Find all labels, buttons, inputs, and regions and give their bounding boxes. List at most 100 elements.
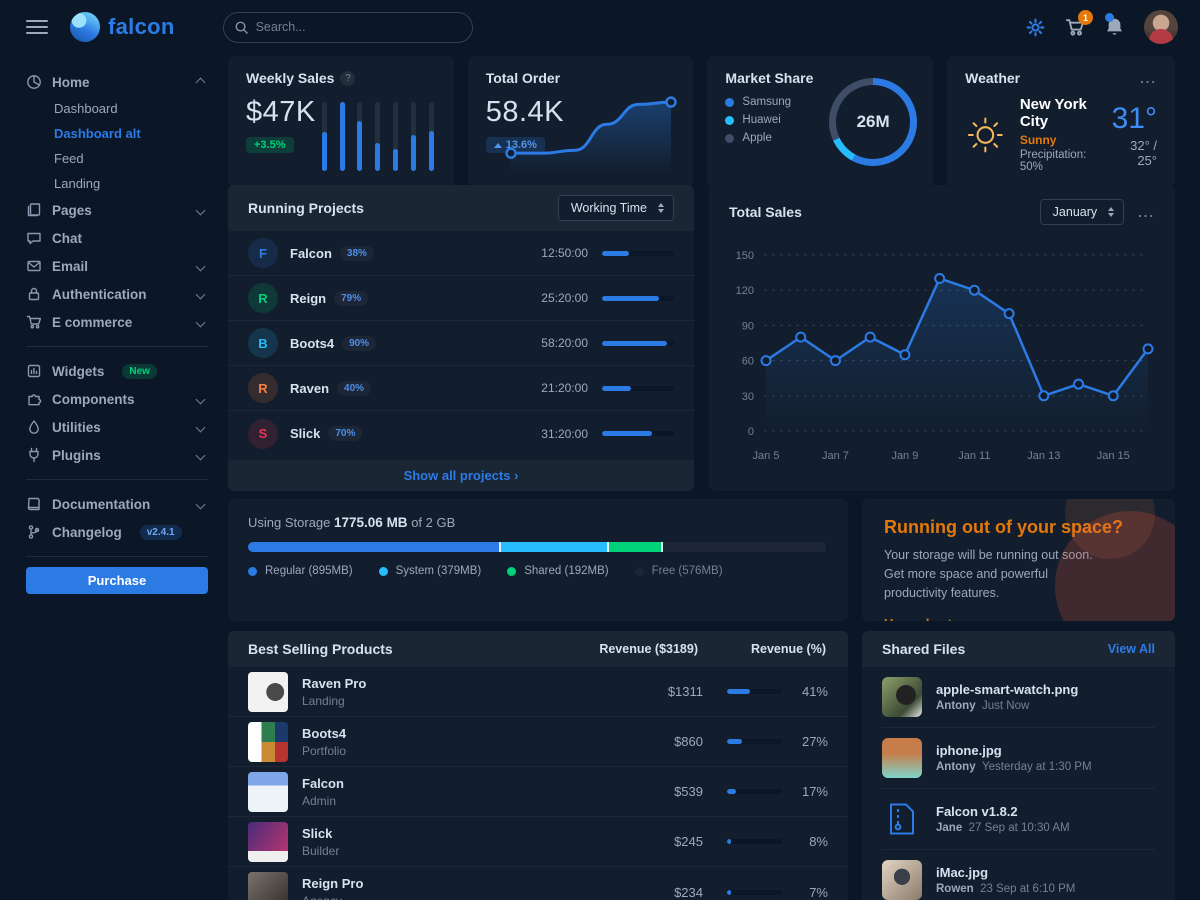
product-name[interactable]: Reign Pro	[302, 876, 363, 891]
product-thumbnail	[248, 822, 288, 862]
search-input[interactable]	[223, 12, 473, 43]
product-name[interactable]: Slick	[302, 826, 339, 841]
sort-arrows-icon	[1108, 207, 1114, 217]
sidebar-item-email[interactable]: Email	[26, 252, 208, 280]
sidebar-divider	[26, 346, 208, 347]
card-title: Market Share	[725, 70, 813, 86]
code-branch-icon	[26, 524, 42, 540]
legend-dot	[725, 134, 734, 143]
sidebar-item-plugins[interactable]: Plugins	[26, 441, 208, 469]
file-name[interactable]: Falcon v1.8.2	[936, 804, 1070, 819]
drop-icon	[26, 419, 42, 435]
product-revenue: $860	[613, 734, 703, 749]
file-thumbnail	[882, 738, 922, 778]
product-category: Admin	[302, 794, 344, 808]
sidebar-item-changelog[interactable]: Changelog v2.4.1	[26, 518, 208, 546]
file-row-imac[interactable]: iMac.jpg Rowen 23 Sep at 6:10 PM	[862, 850, 1175, 900]
legend-dot	[725, 116, 734, 125]
progress-fill	[727, 839, 731, 844]
sidebar-item-chat[interactable]: Chat	[26, 224, 208, 252]
pages-icon	[26, 202, 42, 218]
project-row-boots4[interactable]: B Boots4 90% 58:20:00	[228, 321, 694, 366]
brand-logo[interactable]: falcon	[70, 12, 175, 42]
file-name[interactable]: iMac.jpg	[936, 865, 1075, 880]
product-progress-bar	[727, 789, 782, 794]
envelope-icon	[26, 258, 42, 274]
main-content: Weekly Sales ? $47K +3.5% Total Order 58…	[228, 54, 1175, 900]
working-time-select[interactable]: Working Time	[558, 195, 674, 221]
running-projects-footer: Show all projects ›	[228, 460, 694, 491]
purchase-button[interactable]: Purchase	[26, 567, 208, 594]
product-row-falcon: Falcon Admin $539 17%	[228, 767, 848, 817]
running-projects-card: Running Projects Working Time F Falcon 3…	[228, 185, 694, 491]
total-sales-header: Total Sales January ...	[709, 185, 1175, 235]
settings-button[interactable]	[1026, 18, 1045, 37]
sidebar-item-documentation[interactable]: Documentation	[26, 490, 208, 518]
legend-label: Huawei	[742, 114, 780, 126]
project-avatar: S	[248, 419, 278, 449]
svg-text:Jan 13: Jan 13	[1027, 450, 1060, 462]
sidebar-item-home[interactable]: Home	[26, 68, 208, 96]
help-icon[interactable]: ?	[340, 71, 355, 86]
file-meta: Antony Just Now	[936, 700, 1078, 712]
legend-label: Shared (192MB)	[524, 565, 608, 577]
svg-text:Jan 7: Jan 7	[822, 450, 849, 462]
product-revenue-pct: 8%	[782, 834, 828, 849]
sidebar-item-components[interactable]: Components	[26, 385, 208, 413]
upgrade-storage-link[interactable]: Upgrade storage ›	[884, 616, 995, 621]
svg-text:120: 120	[736, 285, 754, 297]
market-share-card: Market Share Samsung Huawei Apple 26M	[707, 56, 933, 187]
sidebar-item-dashboard[interactable]: Dashboard	[26, 96, 208, 121]
product-category: Agency	[302, 894, 363, 900]
market-share-donut-chart: 26M	[829, 78, 917, 166]
user-avatar[interactable]	[1144, 10, 1178, 44]
search-icon	[234, 20, 249, 35]
best-selling-products-card: Best Selling Products Revenue ($3189) Re…	[228, 631, 848, 900]
sidebar: Home Dashboard Dashboard alt Feed Landin…	[0, 54, 228, 900]
month-select[interactable]: January	[1040, 199, 1124, 225]
column-header-revenue: Revenue ($3189)	[548, 642, 698, 656]
project-row-slick[interactable]: S Slick 70% 31:20:00	[228, 411, 694, 456]
project-row-raven[interactable]: R Raven 40% 21:20:00	[228, 366, 694, 411]
gear-icon	[1026, 18, 1045, 37]
project-row-falcon[interactable]: F Falcon 38% 12:50:00	[228, 231, 694, 276]
file-name[interactable]: iphone.jpg	[936, 743, 1092, 758]
total-order-card: Total Order 58.4K 13.6%	[468, 56, 694, 187]
sidebar-item-landing[interactable]: Landing	[26, 171, 208, 196]
product-name[interactable]: Falcon	[302, 776, 344, 791]
sidebar-item-widgets[interactable]: Widgets New	[26, 357, 208, 385]
card-menu-button[interactable]: ...	[1138, 205, 1155, 220]
file-user: Antony	[936, 700, 976, 712]
svg-text:60: 60	[742, 356, 754, 368]
sidebar-item-pages[interactable]: Pages	[26, 196, 208, 224]
sidebar-item-authentication[interactable]: Authentication	[26, 280, 208, 308]
file-user: Rowen	[936, 883, 974, 895]
hamburger-menu-icon[interactable]	[26, 16, 48, 38]
card-menu-button[interactable]: ...	[1140, 71, 1157, 86]
svg-text:Jan 5: Jan 5	[753, 450, 780, 462]
file-name[interactable]: apple-smart-watch.png	[936, 682, 1078, 697]
sidebar-item-ecommerce[interactable]: E commerce	[26, 308, 208, 336]
legend-item-system: System (379MB)	[379, 565, 482, 577]
cart-button[interactable]: 1	[1065, 17, 1085, 37]
view-all-link[interactable]: View All	[1108, 642, 1155, 656]
sidebar-label: Plugins	[52, 448, 101, 463]
sidebar-item-dashboard-alt[interactable]: Dashboard alt	[26, 121, 208, 146]
product-thumbnail	[248, 672, 288, 712]
storage-legend: Regular (895MB) System (379MB) Shared (1…	[248, 565, 828, 577]
product-name[interactable]: Boots4	[302, 726, 346, 741]
product-thumbnail	[248, 872, 288, 900]
weather-range: 32° / 25°	[1112, 138, 1157, 168]
product-name[interactable]: Raven Pro	[302, 676, 366, 691]
weather-card: Weather ... New York City Sunny Precipit…	[947, 56, 1175, 187]
project-row-reign[interactable]: R Reign 79% 25:20:00	[228, 276, 694, 321]
file-row-falcon-zip[interactable]: Falcon v1.8.2 Jane 27 Sep at 10:30 AM	[862, 789, 1175, 849]
sidebar-label: Chat	[52, 231, 82, 246]
sidebar-item-utilities[interactable]: Utilities	[26, 413, 208, 441]
storage-title-suffix: of 2 GB	[411, 515, 455, 530]
file-row-iphone[interactable]: iphone.jpg Antony Yesterday at 1:30 PM	[862, 728, 1175, 788]
notifications-button[interactable]	[1105, 17, 1124, 37]
show-all-projects-link[interactable]: Show all projects ›	[404, 468, 519, 483]
sidebar-item-feed[interactable]: Feed	[26, 146, 208, 171]
file-row-apple-smart-watch[interactable]: apple-smart-watch.png Antony Just Now	[862, 667, 1175, 727]
